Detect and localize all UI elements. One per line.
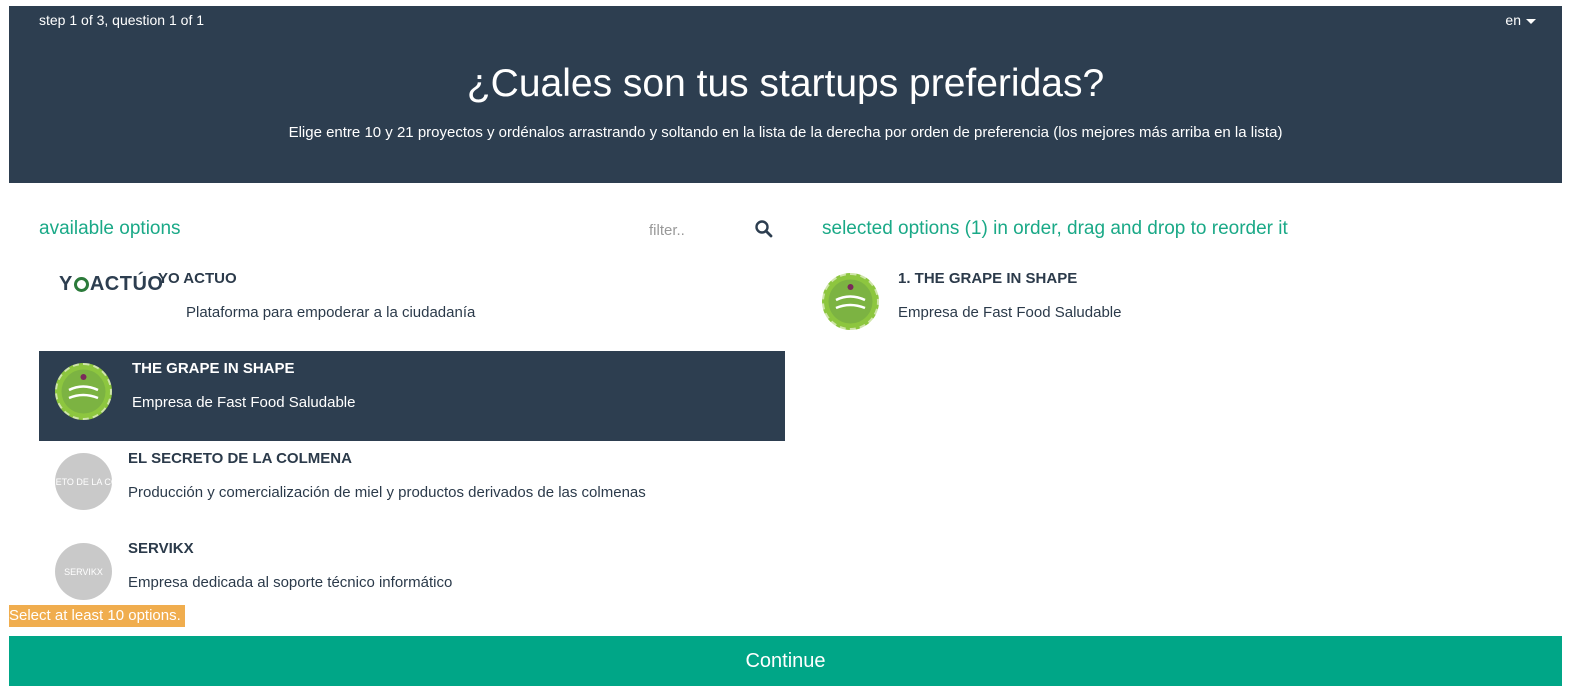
grape-in-shape-logo (822, 273, 879, 330)
caret-down-icon (1526, 18, 1536, 24)
selected-item[interactable]: 1. THE GRAPE IN SHAPE Empresa de Fast Fo… (822, 261, 1562, 351)
header: step 1 of 3, question 1 of 1 en ¿Cuales … (9, 6, 1562, 183)
language-label: en (1505, 12, 1521, 28)
language-selector[interactable]: en (1505, 12, 1536, 28)
option-el-secreto-de-la-colmena[interactable]: RETO DE LA CO EL SECRETO DE LA COLMENA P… (39, 441, 785, 531)
filter-input[interactable] (649, 218, 729, 242)
available-options-header: available options (39, 216, 785, 242)
available-options-list: Y ACTÚO YO ACTUO Plataforma para empodera… (39, 261, 785, 621)
selected-options-list: 1. THE GRAPE IN SHAPE Empresa de Fast Fo… (822, 261, 1562, 351)
selected-item-description: Empresa de Fast Food Saludable (898, 304, 1122, 321)
selected-item-title: 1. THE GRAPE IN SHAPE (898, 270, 1078, 287)
validation-warning: Select at least 10 options. (9, 605, 185, 627)
option-the-grape-in-shape[interactable]: THE GRAPE IN SHAPE Empresa de Fast Food … (39, 351, 785, 441)
yo-actuo-logo: Y ACTÚO (59, 273, 164, 295)
option-description: Empresa dedicada al soporte técnico info… (128, 574, 453, 591)
page-title: ¿Cuales son tus startups preferidas? (466, 62, 1105, 105)
page-subtitle: Elige entre 10 y 21 proyectos y ordénalo… (288, 124, 1283, 141)
option-title: YO ACTUO (158, 270, 237, 287)
option-yo-actuo[interactable]: Y ACTÚO YO ACTUO Plataforma para empodera… (39, 261, 785, 351)
option-title: THE GRAPE IN SHAPE (132, 360, 295, 377)
selected-options-panel: selected options (1) in order, drag and … (822, 216, 1562, 330)
option-title: SERVIKX (128, 540, 194, 557)
option-description: Empresa de Fast Food Saludable (132, 394, 356, 411)
search-icon[interactable] (754, 219, 774, 239)
available-options-panel: available options YACTÚO YO ACTUO Plataf… (39, 216, 785, 600)
option-description: Plataforma para empoderar a la ciudadaní… (186, 304, 476, 321)
step-indicator: step 1 of 3, question 1 of 1 (39, 12, 205, 28)
grape-in-shape-logo (55, 363, 112, 420)
continue-button[interactable]: Continue (9, 636, 1562, 686)
el-secreto-de-la-colmena-logo: RETO DE LA CO (55, 453, 112, 510)
option-description: Producción y comercialización de miel y … (128, 484, 646, 501)
servikx-logo: SERVIKX (55, 543, 112, 600)
option-title: EL SECRETO DE LA COLMENA (128, 450, 352, 467)
app: step 1 of 3, question 1 of 1 en ¿Cuales … (9, 6, 1562, 692)
selected-options-heading: selected options (1) in order, drag and … (822, 218, 1288, 239)
